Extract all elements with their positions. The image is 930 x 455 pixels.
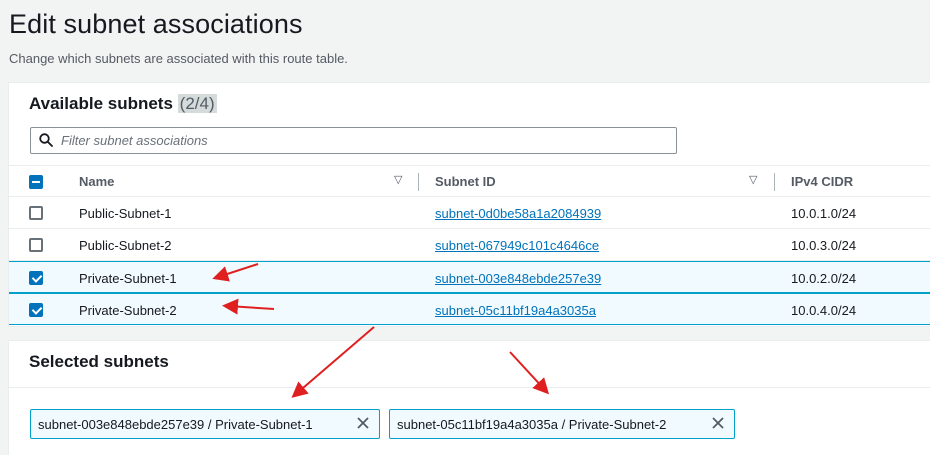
available-subnets-title: Available subnets <box>29 94 173 113</box>
subnet-id-link[interactable]: subnet-003e848ebde257e39 <box>435 271 601 286</box>
panel-divider <box>9 387 930 388</box>
table-row[interactable]: Public-Subnet-2 subnet-067949c101c4646ce… <box>9 229 930 261</box>
column-divider[interactable] <box>774 173 775 191</box>
table-row[interactable]: Private-Subnet-2 subnet-05c11bf19a4a3035… <box>9 293 930 325</box>
table-row[interactable]: Public-Subnet-1 subnet-0d0be58a1a2084939… <box>9 197 930 229</box>
subnet-name: Private-Subnet-2 <box>79 303 177 318</box>
subnet-cidr: 10.0.1.0/24 <box>791 206 857 221</box>
filter-subnet-input[interactable] <box>61 131 661 150</box>
page-title: Edit subnet associations <box>9 9 303 39</box>
column-header-subnet-id[interactable]: Subnet ID <box>435 174 496 189</box>
selected-subnet-token: subnet-05c11bf19a4a3035a / Private-Subne… <box>389 409 735 439</box>
token-label: subnet-003e848ebde257e39 / Private-Subne… <box>38 417 313 432</box>
subnet-id-link[interactable]: subnet-0d0be58a1a2084939 <box>435 206 601 221</box>
row-checkbox[interactable] <box>29 238 43 252</box>
selected-subnet-token: subnet-003e848ebde257e39 / Private-Subne… <box>30 409 380 439</box>
page-description: Change which subnets are associated with… <box>9 51 348 66</box>
subnet-cidr: 10.0.3.0/24 <box>791 238 857 253</box>
subnet-id-link[interactable]: subnet-067949c101c4646ce <box>435 238 599 253</box>
column-header-ipv4-cidr[interactable]: IPv4 CIDR <box>791 174 853 189</box>
subnet-name: Public-Subnet-1 <box>79 206 172 221</box>
selected-subnets-panel: Selected subnets subnet-003e848ebde257e3… <box>8 340 930 455</box>
search-icon <box>39 133 53 147</box>
sort-subnet-id-icon[interactable]: ▽ <box>749 173 757 186</box>
subnet-name: Private-Subnet-1 <box>79 271 177 286</box>
subnet-name: Public-Subnet-2 <box>79 238 172 253</box>
row-checkbox[interactable] <box>29 206 43 220</box>
remove-token-icon[interactable] <box>711 416 725 430</box>
subnets-table: Name ▽ Subnet ID ▽ IPv4 CIDR Public-Subn… <box>9 165 930 325</box>
filter-subnet-input-wrapper[interactable] <box>30 127 677 154</box>
subnet-id-link[interactable]: subnet-05c11bf19a4a3035a <box>435 303 596 318</box>
selected-subnets-title: Selected subnets <box>29 352 169 371</box>
sort-name-icon[interactable]: ▽ <box>394 173 402 186</box>
available-subnets-panel: Available subnets (2/4) Name ▽ Subnet ID… <box>8 82 930 327</box>
remove-token-icon[interactable] <box>356 416 370 430</box>
available-subnets-header: Available subnets (2/4) <box>29 94 217 114</box>
column-divider[interactable] <box>418 173 419 191</box>
token-label: subnet-05c11bf19a4a3035a / Private-Subne… <box>397 417 667 432</box>
select-all-checkbox[interactable] <box>29 175 43 189</box>
column-header-name[interactable]: Name <box>79 174 114 189</box>
table-header-row: Name ▽ Subnet ID ▽ IPv4 CIDR <box>9 165 930 197</box>
row-checkbox[interactable] <box>29 271 43 285</box>
row-checkbox[interactable] <box>29 303 43 317</box>
selection-count: (2/4) <box>177 94 217 113</box>
subnet-cidr: 10.0.4.0/24 <box>791 303 857 318</box>
table-row[interactable]: Private-Subnet-1 subnet-003e848ebde257e3… <box>9 261 930 293</box>
subnet-cidr: 10.0.2.0/24 <box>791 271 857 286</box>
